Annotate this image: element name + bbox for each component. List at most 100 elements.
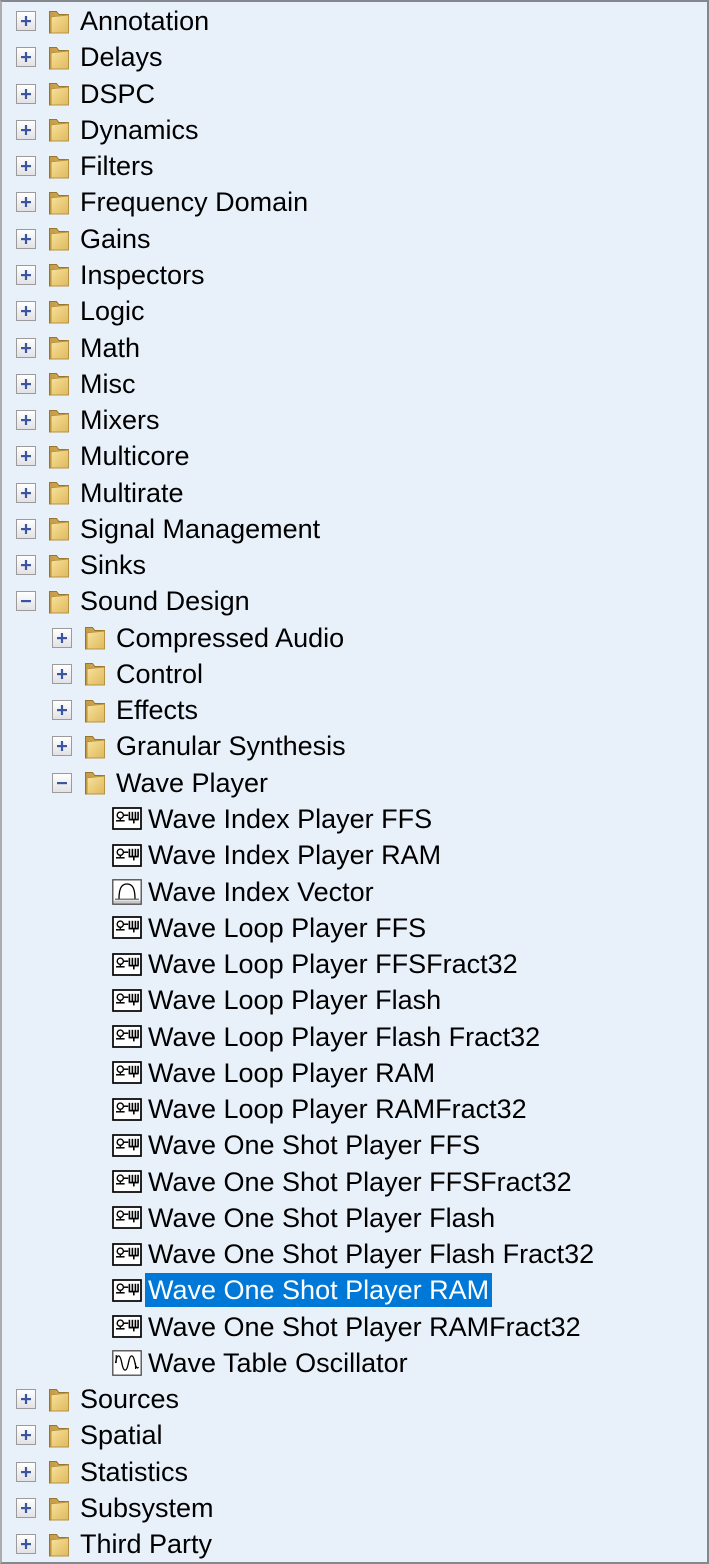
tree-item[interactable]: Wave One Shot Player FFS [2, 1127, 707, 1163]
expand-plus-icon[interactable] [16, 47, 36, 67]
tree-item-label[interactable]: Misc [77, 367, 139, 401]
expand-plus-icon[interactable] [16, 120, 36, 140]
tree-item[interactable]: Wave Loop Player FFS [2, 910, 707, 946]
expand-plus-icon[interactable] [16, 1462, 36, 1482]
tree-item[interactable]: Control [2, 656, 707, 692]
tree-item[interactable]: Wave Loop Player RAM [2, 1055, 707, 1091]
tree-item-label[interactable]: Multirate [77, 476, 187, 510]
tree-item[interactable]: Signal Management [2, 511, 707, 547]
tree-item[interactable]: Filters [2, 148, 707, 184]
tree-item-label[interactable]: Math [77, 331, 143, 365]
tree-item[interactable]: Sources [2, 1381, 707, 1417]
tree-item-label[interactable]: Subsystem [77, 1491, 217, 1525]
tree-item[interactable]: Annotation [2, 3, 707, 39]
tree-item-label[interactable]: DSPC [77, 77, 158, 111]
tree-item-label[interactable]: Filters [77, 149, 157, 183]
tree-item[interactable]: Wave One Shot Player FFSFract32 [2, 1164, 707, 1200]
tree-item[interactable]: Delays [2, 39, 707, 75]
tree-item-label[interactable]: Granular Synthesis [113, 729, 349, 763]
tree-item[interactable]: Wave One Shot Player RAMFract32 [2, 1309, 707, 1345]
collapse-minus-icon[interactable] [16, 591, 36, 611]
tree-item[interactable]: DSPC [2, 76, 707, 112]
expand-plus-icon[interactable] [52, 628, 72, 648]
tree-item-label[interactable]: Compressed Audio [113, 621, 347, 655]
tree-item-label[interactable]: Wave Loop Player RAMFract32 [145, 1092, 530, 1126]
expand-plus-icon[interactable] [52, 736, 72, 756]
tree-item-label[interactable]: Gains [77, 222, 154, 256]
expand-plus-icon[interactable] [16, 301, 36, 321]
expand-plus-icon[interactable] [16, 156, 36, 176]
expand-plus-icon[interactable] [16, 229, 36, 249]
tree-item[interactable]: Multirate [2, 474, 707, 510]
expand-plus-icon[interactable] [16, 519, 36, 539]
tree-item-label[interactable]: Wave Index Player RAM [145, 838, 444, 872]
tree-item-label[interactable]: Wave One Shot Player Flash Fract32 [145, 1237, 597, 1271]
tree-item-label[interactable]: Wave One Shot Player Flash [145, 1201, 498, 1235]
tree-item-label[interactable]: Wave Loop Player FFS [145, 911, 429, 945]
tree-item[interactable]: Compressed Audio [2, 620, 707, 656]
tree-item[interactable]: Dynamics [2, 112, 707, 148]
tree-item[interactable]: Multicore [2, 438, 707, 474]
expand-plus-icon[interactable] [16, 483, 36, 503]
expand-plus-icon[interactable] [16, 1498, 36, 1518]
tree-item-label[interactable]: Wave Loop Player Flash [145, 983, 444, 1017]
tree-item-label[interactable]: Wave Loop Player FFSFract32 [145, 947, 521, 981]
tree-item-label-selected[interactable]: Wave One Shot Player RAM [145, 1273, 492, 1307]
tree-item[interactable]: Math [2, 329, 707, 365]
expand-plus-icon[interactable] [16, 1534, 36, 1554]
tree-item[interactable]: Wave One Shot Player Flash Fract32 [2, 1236, 707, 1272]
tree-item-label[interactable]: Signal Management [77, 512, 323, 546]
tree-item-label[interactable]: Logic [77, 294, 148, 328]
tree-item[interactable]: Statistics [2, 1454, 707, 1490]
tree-item[interactable]: Wave Index Vector [2, 873, 707, 909]
tree-item[interactable]: Gains [2, 221, 707, 257]
expand-plus-icon[interactable] [16, 555, 36, 575]
expand-plus-icon[interactable] [16, 265, 36, 285]
tree-item[interactable]: Frequency Domain [2, 184, 707, 220]
expand-plus-icon[interactable] [16, 1389, 36, 1409]
tree-item-label[interactable]: Statistics [77, 1455, 191, 1489]
tree-item[interactable]: Wave Loop Player FFSFract32 [2, 946, 707, 982]
tree-item[interactable]: Granular Synthesis [2, 728, 707, 764]
tree-item-label[interactable]: Wave One Shot Player FFS [145, 1128, 483, 1162]
tree-item[interactable]: Wave One Shot Player RAM [2, 1272, 707, 1308]
tree-item[interactable]: Effects [2, 692, 707, 728]
expand-plus-icon[interactable] [16, 410, 36, 430]
tree-item-label[interactable]: Dynamics [77, 113, 202, 147]
tree-item[interactable]: Inspectors [2, 257, 707, 293]
tree-item-label[interactable]: Spatial [77, 1418, 166, 1452]
expand-plus-icon[interactable] [16, 446, 36, 466]
tree-item[interactable]: Logic [2, 293, 707, 329]
tree-item-label[interactable]: Wave Loop Player RAM [145, 1056, 438, 1090]
tree-item[interactable]: Mixers [2, 402, 707, 438]
expand-plus-icon[interactable] [16, 84, 36, 104]
expand-plus-icon[interactable] [52, 700, 72, 720]
tree-item[interactable]: Sound Design [2, 583, 707, 619]
tree-item[interactable]: Spatial [2, 1417, 707, 1453]
tree-item[interactable]: Wave Loop Player Flash Fract32 [2, 1018, 707, 1054]
tree-item-label[interactable]: Multicore [77, 439, 193, 473]
tree-item[interactable]: Subsystem [2, 1490, 707, 1526]
tree-item-label[interactable]: Inspectors [77, 258, 208, 292]
tree-item[interactable]: Wave Loop Player Flash [2, 982, 707, 1018]
tree-item-label[interactable]: Wave One Shot Player RAMFract32 [145, 1310, 584, 1344]
tree-item-label[interactable]: Effects [113, 693, 201, 727]
expand-plus-icon[interactable] [16, 11, 36, 31]
tree-item-label[interactable]: Wave Index Vector [145, 875, 377, 909]
tree-item-label[interactable]: Third Party [77, 1527, 215, 1561]
tree-item[interactable]: Sinks [2, 547, 707, 583]
tree-item-label[interactable]: Wave One Shot Player FFSFract32 [145, 1165, 575, 1199]
tree-item[interactable]: Misc [2, 366, 707, 402]
tree-item[interactable]: Wave Player [2, 765, 707, 801]
tree-item-label[interactable]: Wave Table Oscillator [145, 1346, 411, 1380]
tree-item-label[interactable]: Sources [77, 1382, 182, 1416]
tree-item-label[interactable]: Frequency Domain [77, 185, 311, 219]
tree-item[interactable]: Wave Loop Player RAMFract32 [2, 1091, 707, 1127]
expand-plus-icon[interactable] [16, 192, 36, 212]
tree-item[interactable]: Wave Index Player RAM [2, 837, 707, 873]
tree-item-label[interactable]: Sound Design [77, 584, 253, 618]
expand-plus-icon[interactable] [16, 1425, 36, 1445]
tree-item[interactable]: Third Party [2, 1526, 707, 1562]
tree-item-label[interactable]: Mixers [77, 403, 163, 437]
tree-item[interactable]: Wave Index Player FFS [2, 801, 707, 837]
